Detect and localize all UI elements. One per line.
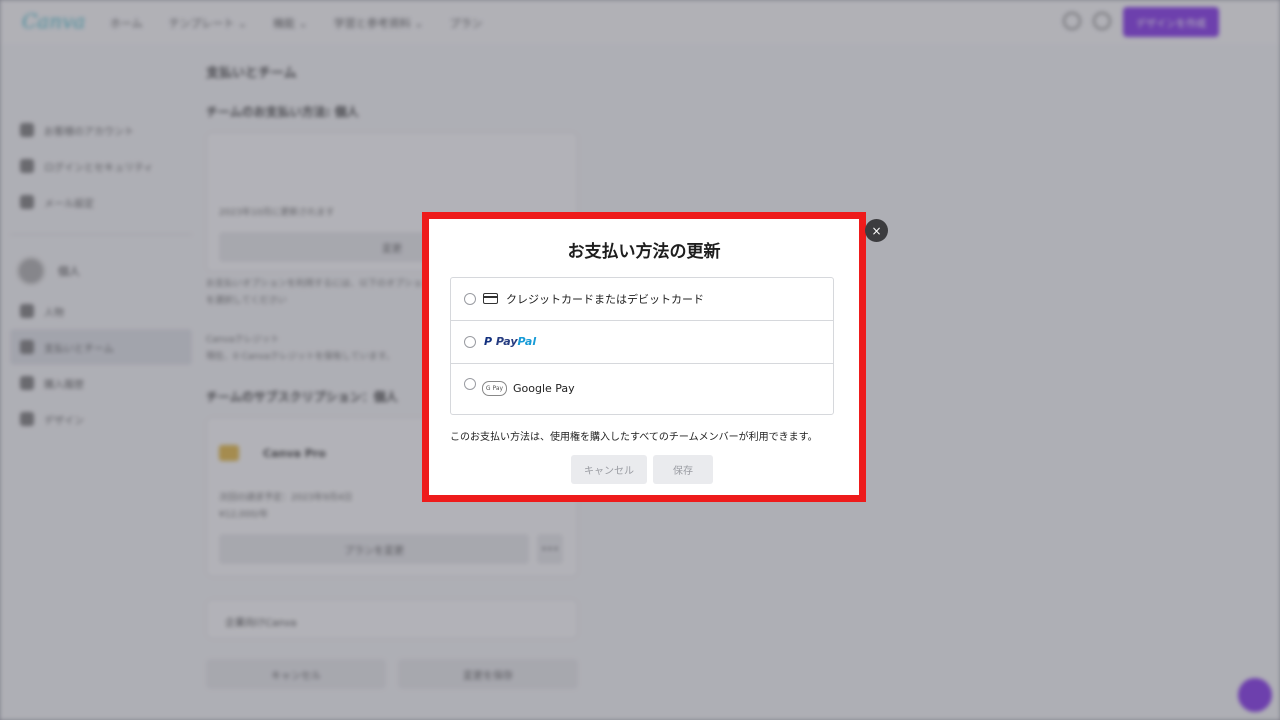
modal-actions: キャンセル 保存 xyxy=(571,455,713,484)
save-button[interactable]: 保存 xyxy=(653,455,713,484)
option-card[interactable]: クレジットカードまたはデビットカード xyxy=(451,278,833,321)
google-pay-icon: G Pay xyxy=(482,381,507,396)
close-icon[interactable]: × xyxy=(865,219,888,242)
payment-note-text: このお支払い方法は、使用権を購入したすべてのチームメンバーが利用できます。 xyxy=(450,432,818,443)
cancel-button[interactable]: キャンセル xyxy=(571,455,647,484)
option-google-pay[interactable]: G Pay Google Pay xyxy=(451,364,833,414)
option-paypal[interactable]: P PayPal xyxy=(451,321,833,364)
paypal-logo-pal: Pal xyxy=(517,335,537,348)
update-payment-modal: お支払い方法の更新 クレジットカードまたはデビットカード P PayPal G … xyxy=(429,219,859,495)
paypal-logo: P PayPal xyxy=(484,335,536,348)
paypal-logo-pay: Pay xyxy=(495,335,518,348)
payment-options: クレジットカードまたはデビットカード P PayPal G Pay Google… xyxy=(450,277,834,415)
radio-card[interactable] xyxy=(464,293,476,305)
modal-title: お支払い方法の更新 xyxy=(567,242,721,262)
paypal-logo-p: P xyxy=(484,335,493,348)
option-google-pay-label: Google Pay xyxy=(513,382,575,395)
option-card-label: クレジットカードまたはデビットカード xyxy=(506,293,704,306)
radio-google-pay[interactable] xyxy=(464,378,476,390)
credit-card-icon xyxy=(483,293,498,304)
radio-paypal[interactable] xyxy=(464,336,476,348)
